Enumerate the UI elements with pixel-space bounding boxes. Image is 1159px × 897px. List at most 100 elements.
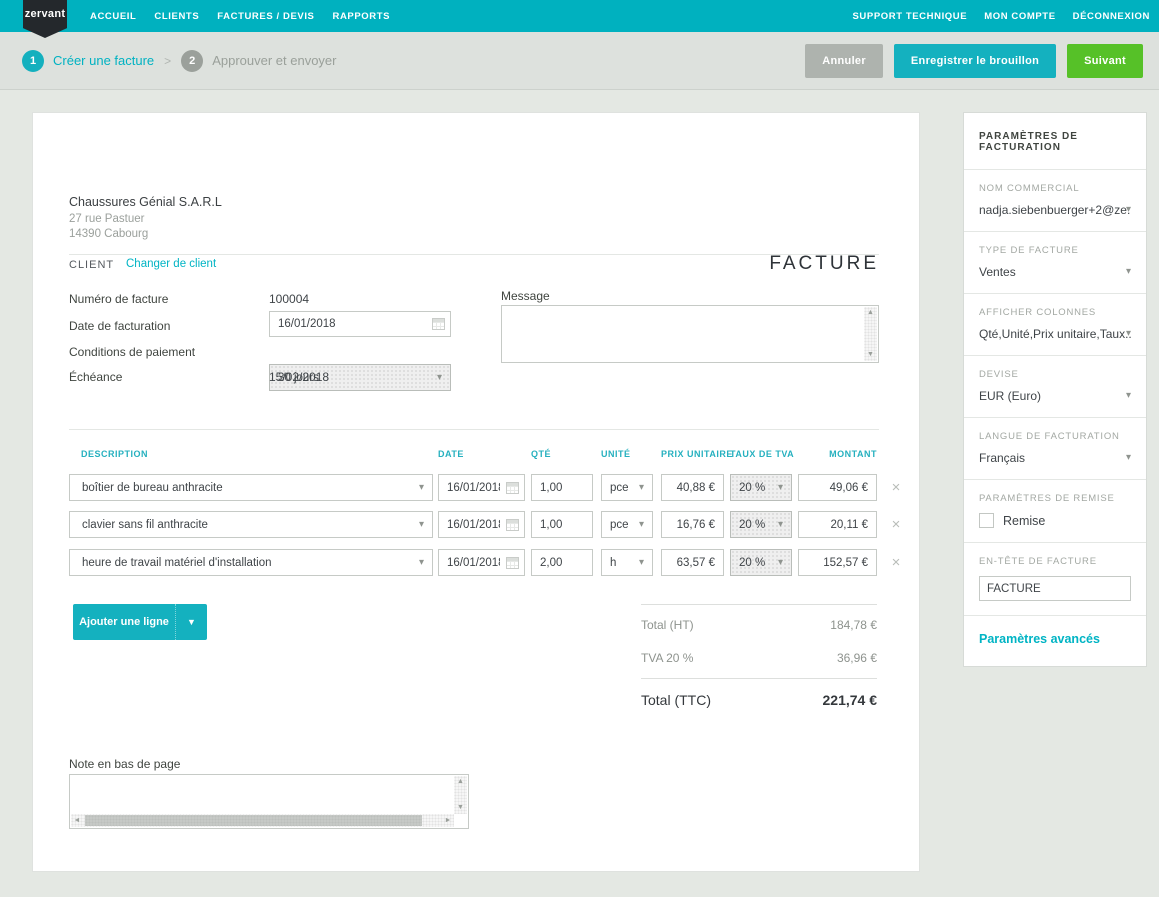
devise-select[interactable]: EUR (Euro) ▾ [979,389,1131,403]
next-button[interactable]: Suivant [1067,44,1143,78]
chevron-down-icon: ▾ [1126,204,1131,215]
header-unit: UNITÉ [601,449,631,459]
field-value: Français [979,451,1025,465]
field-label: TYPE DE FACTURE [979,245,1131,256]
item-qty-input[interactable] [531,511,593,538]
scroll-up-icon[interactable]: ▲ [864,307,877,319]
nav-item-mon-compte[interactable]: MON COMPTE [984,11,1055,22]
message-scrollbar[interactable]: ▲ ▼ [864,307,877,361]
calendar-icon[interactable] [506,482,519,494]
field-value: EUR (Euro) [979,389,1041,403]
invoice-doc-title: FACTURE [769,253,879,275]
nav-item-accueil[interactable]: ACCUEIL [90,11,136,22]
type-de-facture-select[interactable]: Ventes ▾ [979,265,1131,279]
invoice-header-input[interactable] [979,576,1131,601]
item-amount-input[interactable] [798,474,877,501]
chevron-down-icon: ▾ [639,483,644,493]
chevron-down-icon: ▾ [437,373,442,383]
message-textarea[interactable] [502,306,864,362]
remise-checkbox[interactable] [979,513,994,528]
header-description: DESCRIPTION [81,449,148,459]
nav-item-clients[interactable]: CLIENTS [154,11,199,22]
divider [69,254,879,255]
chevron-down-icon: ▾ [778,520,783,530]
step-separator-icon: > [164,54,171,68]
add-line-dropdown[interactable]: ▼ [175,604,207,640]
sidebar-advanced-section: Paramètres avancés [964,616,1146,666]
invoice-settings-sidebar: PARAMÈTRES DE FACTURATION NOM COMMERCIAL… [963,112,1147,667]
delete-row-icon[interactable]: × [885,511,907,538]
item-qty-input[interactable] [531,549,593,576]
sidebar-field-afficher-colonnes: AFFICHER COLONNES Qté,Unité,Prix unitair… [964,294,1146,356]
item-unit-select[interactable]: pce ▾ [601,474,653,501]
field-value: Ventes [979,265,1016,279]
nav-item-support-technique[interactable]: SUPPORT TECHNIQUE [852,11,967,22]
item-price-input[interactable] [661,474,724,501]
delete-row-icon[interactable]: × [885,474,907,501]
description-select[interactable]: clavier sans fil anthracite ▾ [69,511,433,538]
scroll-left-icon[interactable]: ◄ [71,814,83,827]
scrollbar-thumb[interactable] [85,815,422,826]
remise-checkbox-label: Remise [1003,514,1045,528]
description-select[interactable]: boîtier de bureau anthracite ▾ [69,474,433,501]
item-unit-select[interactable]: pce ▾ [601,511,653,538]
item-qty-input[interactable] [531,474,593,501]
nom-commercial-select[interactable]: nadja.siebenbuerger+2@ze... ▾ [979,203,1131,217]
add-line-button[interactable]: Ajouter une ligne ▼ [73,604,207,640]
item-price-input[interactable] [661,549,724,576]
footer-note-box: ▲ ▼ ◄ ► [69,774,469,829]
cancel-button[interactable]: Annuler [805,44,883,78]
item-row: clavier sans fil anthracite ▾ pce ▾ 20 %… [69,511,913,538]
wizard-steps: 1 Créer une facture > 2 Approuver et env… [22,50,336,72]
dropdown-arrow-icon: ▼ [187,617,196,627]
chevron-down-icon: ▾ [1126,266,1131,277]
langue-select[interactable]: Français ▾ [979,451,1131,465]
calendar-icon[interactable] [432,318,445,330]
footer-note-hscrollbar[interactable]: ◄ ► [71,814,454,827]
item-vat-value: 20 % [739,557,765,569]
advanced-settings-link[interactable]: Paramètres avancés [979,629,1131,652]
item-vat-select[interactable]: 20 % ▾ [730,511,792,538]
footer-note-vscrollbar[interactable]: ▲ ▼ [454,776,467,814]
nav-item-rapports[interactable]: RAPPORTS [333,11,391,22]
item-price-input[interactable] [661,511,724,538]
nav-item-deconnexion[interactable]: DÉCONNEXION [1073,11,1150,22]
save-draft-button[interactable]: Enregistrer le brouillon [894,44,1056,78]
add-line-label[interactable]: Ajouter une ligne [73,604,175,640]
field-value: Qté,Unité,Prix unitaire,Taux... [979,327,1131,341]
item-unit-select[interactable]: h ▾ [601,549,653,576]
invoice-number-label: Numéro de facture [69,292,168,306]
afficher-colonnes-select[interactable]: Qté,Unité,Prix unitaire,Taux... ▾ [979,327,1131,341]
calendar-icon[interactable] [506,557,519,569]
chevron-down-icon: ▾ [778,558,783,568]
calendar-icon[interactable] [506,519,519,531]
scroll-down-icon[interactable]: ▼ [454,802,467,814]
description-select[interactable]: heure de travail matériel d'installation… [69,549,433,576]
invoice-number-value: 100004 [269,292,309,306]
footer-note-textarea[interactable] [70,775,454,814]
item-vat-select[interactable]: 20 % ▾ [730,549,792,576]
scroll-down-icon[interactable]: ▼ [864,349,877,361]
item-amount-input[interactable] [798,511,877,538]
nav-item-factures-devis[interactable]: FACTURES / DEVIS [217,11,314,22]
sidebar-field-type-de-facture: TYPE DE FACTURE Ventes ▾ [964,232,1146,294]
step-1-badge[interactable]: 1 [22,50,44,72]
invoice-date-input[interactable] [269,311,451,337]
header-qty: QTÉ [531,449,551,459]
item-vat-select[interactable]: 20 % ▾ [730,474,792,501]
step-1-label[interactable]: Créer une facture [53,53,154,68]
delete-row-icon[interactable]: × [885,549,907,576]
item-unit-value: pce [610,482,629,494]
scroll-right-icon[interactable]: ► [442,814,454,827]
client-address-line1: 27 rue Pastuer [69,212,222,227]
field-label: LANGUE DE FACTURATION [979,431,1131,442]
divider [69,429,879,430]
change-client-link[interactable]: Changer de client [126,258,216,270]
scroll-up-icon[interactable]: ▲ [454,776,467,788]
header-date: DATE [438,449,464,459]
main-nav: ACCUEIL CLIENTS FACTURES / DEVIS RAPPORT… [90,0,390,32]
header-field-label: EN-TÊTE DE FACTURE [979,556,1131,567]
message-label: Message [501,289,550,303]
item-amount-input[interactable] [798,549,877,576]
client-block: Chaussures Génial S.A.R.L 27 rue Pastuer… [69,195,222,242]
